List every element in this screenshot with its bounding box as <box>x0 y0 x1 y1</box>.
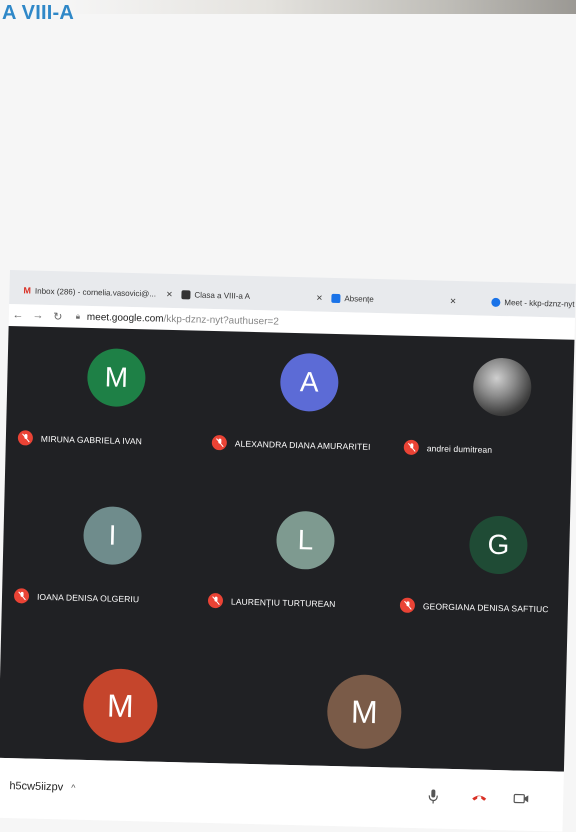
mic-off-icon <box>404 440 419 455</box>
microphone-button[interactable] <box>421 784 446 809</box>
avatar: I <box>83 506 142 565</box>
url-field[interactable]: meet.google.com/kkp-dznz-nyt?authuser=2 <box>87 311 279 327</box>
mic-off-icon <box>14 588 29 603</box>
avatar: A <box>280 353 339 412</box>
avatar: M <box>87 348 146 407</box>
tab-label: Absențe <box>344 294 374 304</box>
participant-name-row: GEORGIANA DENISA SAFTIUC <box>400 598 549 617</box>
leave-call-button[interactable] <box>467 785 492 810</box>
participant-name: LAURENȚIU TURTUREAN <box>231 596 336 609</box>
participant-name-row: andrei dumitrean <box>404 440 493 457</box>
meeting-code: h5cw5iizpv <box>9 780 63 793</box>
tab-label: Meet - kkp-dznz-nyt <box>504 298 574 309</box>
page-title: A VIII-A <box>2 2 74 25</box>
avatar: G <box>469 515 528 574</box>
meeting-details-button[interactable]: h5cw5iizpv ^ <box>9 780 75 794</box>
forward-icon[interactable]: → <box>31 310 45 322</box>
laptop-screen: M Inbox (286) - cornelia.vasovici@... ✕ … <box>0 270 576 824</box>
avatar-photo <box>473 357 532 416</box>
tab-docs[interactable]: Absențe ✕ <box>331 288 457 311</box>
participant-name-row: IOANA DENISA OLGERIU <box>14 588 139 606</box>
close-tab-icon[interactable]: ✕ <box>316 293 323 302</box>
avatar: M <box>326 674 402 750</box>
hang-up-icon <box>471 792 487 802</box>
meet-participant-grid: M MIRUNA GABRIELA IVAN A ALEXANDRA DIANA… <box>0 326 574 772</box>
docs-icon <box>331 293 340 302</box>
gmail-icon: M <box>23 285 31 295</box>
participant-name-row: LAURENȚIU TURTUREAN <box>208 593 336 611</box>
participant-name: andrei dumitrean <box>427 443 493 455</box>
mic-off-icon <box>400 598 415 613</box>
photo-background-edge <box>60 0 576 14</box>
url-host: meet.google.com <box>87 311 164 324</box>
camera-icon <box>513 792 529 804</box>
close-tab-icon[interactable]: ✕ <box>166 289 173 298</box>
meet-control-bar: h5cw5iizpv ^ <box>0 758 564 832</box>
reload-icon[interactable]: ↻ <box>51 310 65 323</box>
classroom-icon <box>181 290 190 299</box>
participant-name: ALEXANDRA DIANA AMURARITEI <box>235 438 371 451</box>
participant-name-row: MIRUNA GABRIELA IVAN <box>18 430 142 448</box>
participant-name-row: ALEXANDRA DIANA AMURARITEI <box>212 435 371 454</box>
microphone-icon <box>427 788 439 804</box>
url-path: /kkp-dznz-nyt?authuser=2 <box>163 313 279 327</box>
lock-icon: 🔒︎ <box>71 312 85 322</box>
mic-off-icon <box>18 430 33 445</box>
mic-off-icon <box>212 435 227 450</box>
tab-meet[interactable]: Meet - kkp-dznz-nyt <box>491 292 575 314</box>
avatar: M <box>82 668 158 744</box>
tab-label: Clasa a VIII-a A <box>194 290 250 300</box>
mic-off-icon <box>208 593 223 608</box>
avatar: L <box>276 511 335 570</box>
participant-name: IOANA DENISA OLGERIU <box>37 591 139 603</box>
meet-icon <box>491 297 500 306</box>
participant-name: GEORGIANA DENISA SAFTIUC <box>423 601 549 614</box>
camera-button[interactable] <box>509 786 534 811</box>
back-icon[interactable]: ← <box>11 309 25 321</box>
tab-classroom[interactable]: Clasa a VIII-a A ✕ <box>181 284 323 307</box>
close-tab-icon[interactable]: ✕ <box>450 296 457 305</box>
tab-label: Inbox (286) - cornelia.vasovici@... <box>35 286 156 298</box>
tab-gmail[interactable]: M Inbox (286) - cornelia.vasovici@... ✕ <box>23 280 173 304</box>
participant-name: MIRUNA GABRIELA IVAN <box>41 433 142 445</box>
chevron-up-icon: ^ <box>71 783 75 793</box>
